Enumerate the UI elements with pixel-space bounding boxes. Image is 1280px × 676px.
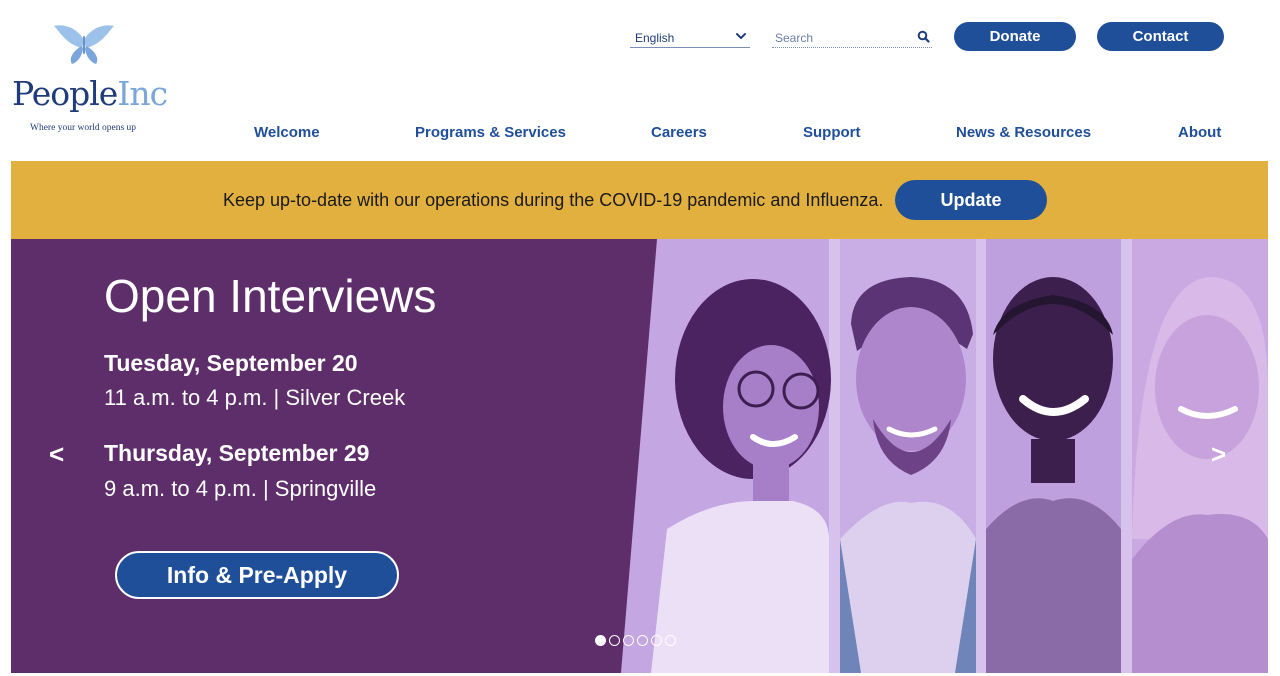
event-details: 11 a.m. to 4 p.m. | Silver Creek	[104, 385, 406, 410]
carousel-dot[interactable]	[665, 635, 676, 646]
event-date: Tuesday, September 20	[104, 350, 358, 376]
carousel-dot[interactable]	[637, 635, 648, 646]
carousel-dot[interactable]	[651, 635, 662, 646]
carousel-dot[interactable]	[609, 635, 620, 646]
contact-button[interactable]: Contact	[1097, 22, 1224, 51]
nav-item-support[interactable]: Support	[803, 124, 861, 141]
search-icon[interactable]	[917, 30, 930, 43]
carousel-next-arrow[interactable]: >	[1211, 439, 1226, 470]
event-date: Thursday, September 29	[104, 440, 370, 466]
alert-banner: Keep up-to-date with our operations duri…	[11, 161, 1268, 239]
nav-item-programs-services[interactable]: Programs & Services	[415, 124, 566, 141]
nav-item-news-resources[interactable]: News & Resources	[956, 124, 1091, 141]
brand-tagline: Where your world opens up	[30, 123, 137, 133]
hero-carousel: Open Interviews Tuesday, September 20 11…	[11, 239, 1268, 673]
update-button[interactable]: Update	[895, 180, 1047, 220]
search-input[interactable]	[772, 28, 912, 47]
search-box	[772, 28, 932, 48]
language-value: English	[635, 31, 675, 45]
language-select[interactable]: English	[630, 28, 750, 48]
carousel-dot[interactable]	[623, 635, 634, 646]
info-pre-apply-button[interactable]: Info & Pre-Apply	[115, 551, 399, 599]
carousel-dot[interactable]	[595, 635, 606, 646]
nav-item-careers[interactable]: Careers	[651, 124, 707, 141]
logo[interactable]: PeopleInc Where your world opens up	[12, 22, 168, 137]
donate-button[interactable]: Donate	[954, 22, 1076, 51]
nav-item-welcome[interactable]: Welcome	[254, 124, 320, 141]
event-details: 9 a.m. to 4 p.m. | Springville	[104, 476, 377, 501]
carousel-prev-arrow[interactable]: <	[49, 439, 64, 470]
butterfly-icon	[54, 25, 114, 64]
nav-item-about[interactable]: About	[1178, 124, 1221, 141]
hero-title: Open Interviews	[104, 270, 437, 322]
chevron-down-icon	[736, 33, 746, 40]
carousel-dots	[595, 635, 676, 646]
brand-name: PeopleInc	[12, 74, 168, 113]
alert-text: Keep up-to-date with our operations duri…	[223, 190, 884, 210]
